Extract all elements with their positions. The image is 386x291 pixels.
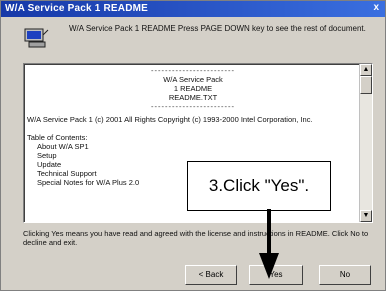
instruction-text: W/A Service Pack 1 README Press PAGE DOW… (69, 24, 366, 33)
readme-line: 1 README (173, 84, 213, 93)
window-title: W/A Service Pack 1 README (5, 3, 149, 14)
down-arrow-icon (259, 209, 279, 279)
readme-line: W/A Service Pack 1 (c) 2001 All Rights C… (27, 115, 313, 124)
instruction-callout: 3.Click "Yes". (187, 161, 331, 211)
readme-line: README.TXT (168, 93, 218, 102)
back-button[interactable]: < Back (185, 265, 237, 285)
title-bar: W/A Service Pack 1 README x (1, 1, 385, 17)
no-button[interactable]: No (319, 265, 371, 285)
readme-line: Table of Contents: (27, 133, 88, 142)
close-button[interactable]: x (373, 2, 379, 13)
readme-line: About W/A SP1 (37, 142, 89, 151)
readme-dialog: W/A Service Pack 1 README x W/A Service … (0, 0, 386, 291)
readme-line: Setup (37, 151, 57, 160)
vertical-scrollbar[interactable]: ▲ ▼ (359, 64, 372, 222)
readme-line: ------------------------ (151, 66, 235, 75)
computer-icon (24, 28, 49, 48)
scroll-up-icon[interactable]: ▲ (360, 64, 372, 76)
scroll-thumb[interactable] (360, 76, 372, 94)
readme-line: W/A Service Pack (163, 75, 223, 84)
license-prompt: Clicking Yes means you have read and agr… (23, 229, 369, 247)
readme-line (27, 124, 359, 133)
readme-line: ------------------------ (151, 102, 235, 111)
scroll-down-icon[interactable]: ▼ (360, 210, 372, 222)
